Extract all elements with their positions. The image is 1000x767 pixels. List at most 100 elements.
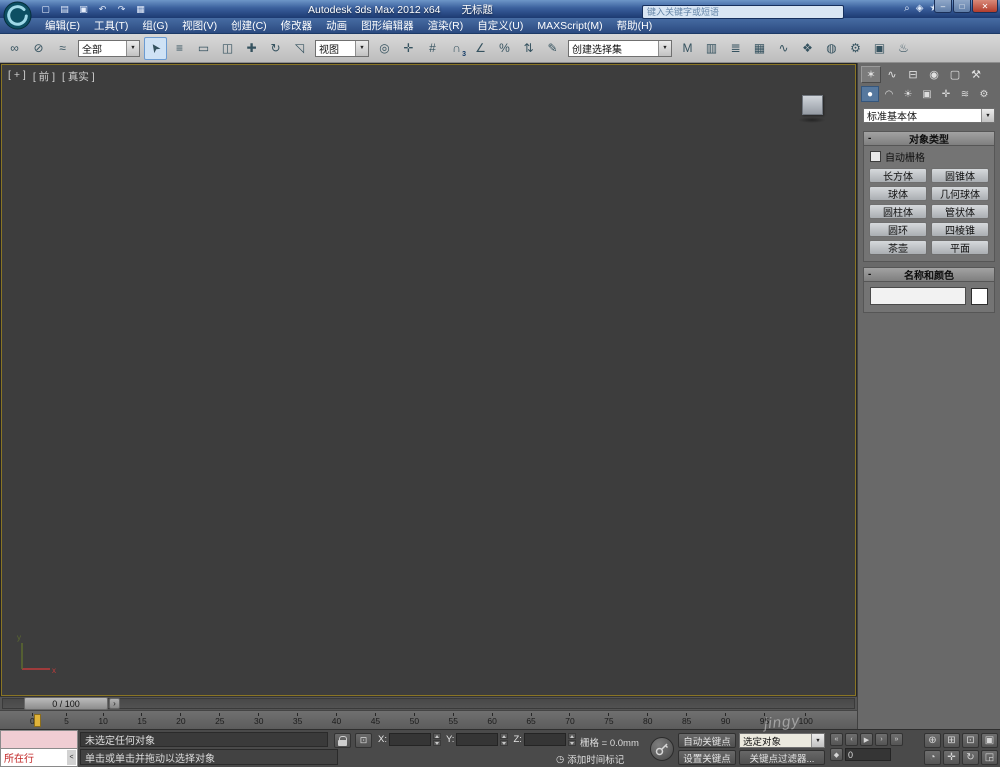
use-pivot-point-center-button[interactable]: ◎ (373, 37, 396, 60)
zoom-extents-button[interactable]: ⊡ (962, 733, 979, 748)
tab-display-button[interactable]: ▢ (945, 66, 965, 83)
menu-rendering[interactable]: 渲染(R) (421, 18, 471, 33)
z-spinner-down-icon[interactable] (567, 740, 576, 746)
tab-modify-button[interactable]: ∿ (882, 66, 902, 83)
key-mode-toggle[interactable]: ◆ (830, 748, 843, 761)
play-button[interactable]: ▶ (860, 733, 873, 746)
select-object-button[interactable]: ➤ (144, 36, 167, 60)
percent-snap-toggle-button[interactable]: % (493, 37, 516, 60)
angle-snap-toggle-button[interactable]: ∠ (469, 37, 492, 60)
dropdown-arrow-icon[interactable]: ▼ (355, 40, 368, 56)
menu-help-menu[interactable]: 帮助(H) (610, 18, 660, 33)
time-slider-handle[interactable]: 0 / 100 (24, 697, 108, 710)
geosphere-button[interactable]: 几何球体 (931, 186, 989, 201)
current-frame-field[interactable] (845, 748, 891, 761)
rollout-object-type-header[interactable]: - 对象类型 (864, 132, 994, 146)
viewport-front[interactable]: [ + ] [ 前 ] [ 真实 ] x y (1, 64, 856, 696)
minimize-button[interactable]: – (934, 0, 952, 13)
go-to-end-button[interactable]: » (890, 733, 903, 746)
viewport-shading-menu[interactable]: [ 真实 ] (62, 69, 95, 84)
communication-center-button[interactable]: ◈ (916, 2, 924, 15)
menu-graph-editors[interactable]: 图形编辑器 (354, 18, 421, 33)
menu-customize[interactable]: 自定义(U) (470, 18, 530, 33)
reference-coordinate-system-dropdown[interactable]: 视图 ▼ (315, 39, 369, 57)
category-geometry-button[interactable]: ● (861, 86, 879, 102)
dropdown-arrow-icon[interactable]: ▼ (658, 40, 671, 56)
new-scene-button[interactable]: ▢ (38, 2, 53, 16)
zoom-region-button[interactable]: ▣ (981, 733, 998, 748)
graphite-modeling-tools-toggle-button[interactable]: ▦ (748, 37, 771, 60)
menu-maxscript[interactable]: MAXScript(M) (530, 18, 609, 33)
pyramid-button[interactable]: 四棱锥 (931, 222, 989, 237)
window-crossing-button[interactable]: ◫ (216, 37, 239, 60)
layer-manager-button[interactable]: ≣ (724, 37, 747, 60)
track-bar[interactable]: 0 5 10 15 20 25 30 35 40 45 50 55 60 65 70 75 80 85 90 95 10… (0, 710, 857, 729)
category-shapes-button[interactable]: ◠ (880, 86, 898, 102)
snaps-toggle-button[interactable]: ∩ 3 (445, 37, 468, 60)
box-button[interactable]: 长方体 (869, 168, 927, 183)
application-menu-button[interactable] (3, 1, 32, 30)
x-spinner-down-icon[interactable] (432, 740, 441, 746)
cylinder-button[interactable]: 圆柱体 (869, 204, 927, 219)
select-and-link-button[interactable]: ∞ (3, 37, 26, 60)
track-bar-position-marker[interactable] (34, 714, 41, 727)
select-by-name-button[interactable]: ≡ (168, 37, 191, 60)
rollout-name-color-header[interactable]: - 名称和颜色 (864, 268, 994, 282)
category-lights-button[interactable]: ☀ (899, 86, 917, 102)
key-filters-button[interactable]: 关键点过滤器... (739, 750, 825, 765)
undo-button[interactable]: ↶ (95, 2, 110, 16)
render-setup-button[interactable]: ⚙ (844, 37, 867, 60)
listener-scroll-arrow[interactable]: < (67, 750, 76, 765)
align-button[interactable]: ▥ (700, 37, 723, 60)
viewport-general-menu[interactable]: [ + ] (8, 69, 26, 84)
render-production-button[interactable]: ♨ (892, 37, 915, 60)
viewcube[interactable] (795, 95, 829, 125)
absolute-mode-toggle[interactable]: ⊡ (355, 733, 372, 748)
redo-button[interactable]: ↷ (114, 2, 129, 16)
selection-lock-toggle[interactable] (334, 733, 351, 748)
pan-button[interactable]: ✛ (943, 750, 960, 765)
category-dropdown[interactable]: 标准基本体 ▼ (863, 108, 995, 123)
menu-tools[interactable]: 工具(T) (87, 18, 135, 33)
select-and-uniform-scale-button[interactable]: ◹ (288, 37, 311, 60)
auto-key-button[interactable]: 自动关键点 (678, 733, 736, 748)
maximize-viewport-button[interactable]: ◲ (981, 750, 998, 765)
object-name-input[interactable] (870, 287, 966, 305)
schematic-view-button[interactable]: ❖ (796, 37, 819, 60)
maxscript-mini-listener[interactable]: 所在行 < (0, 730, 78, 767)
object-color-swatch[interactable] (971, 287, 988, 305)
select-and-manipulate-button[interactable]: ✛ (397, 37, 420, 60)
save-file-button[interactable]: ▣ (76, 2, 91, 16)
keyboard-shortcut-override-toggle-button[interactable]: # (421, 37, 444, 60)
y-coordinate-field[interactable] (456, 733, 499, 746)
viewcube-face[interactable] (801, 95, 823, 115)
z-coordinate-field[interactable] (523, 733, 566, 746)
y-spinner-up-icon[interactable] (500, 733, 509, 739)
menu-modifiers[interactable]: 修改器 (274, 18, 320, 33)
menu-animation[interactable]: 动画 (319, 18, 354, 33)
zoom-all-button[interactable]: ⊞ (943, 733, 960, 748)
y-spinner-down-icon[interactable] (500, 740, 509, 746)
previous-frame-button[interactable]: ‹ (845, 733, 858, 746)
tab-hierarchy-button[interactable]: ⊟ (903, 66, 923, 83)
curve-editor-button[interactable]: ∿ (772, 37, 795, 60)
category-systems-button[interactable]: ⚙ (975, 86, 993, 102)
search-input[interactable] (642, 5, 844, 19)
infocenter-search-button[interactable]: ⌕ (904, 2, 910, 15)
tab-create-button[interactable]: ✶ (861, 66, 881, 83)
select-and-rotate-button[interactable]: ↻ (264, 37, 287, 60)
sphere-button[interactable]: 球体 (869, 186, 927, 201)
close-button[interactable]: ✕ (972, 0, 998, 13)
project-folder-button[interactable]: ▦ (133, 2, 148, 16)
field-of-view-button[interactable]: ◔ (924, 750, 941, 765)
mirror-button[interactable]: M (676, 37, 699, 60)
menu-edit[interactable]: 编辑(E) (38, 18, 87, 33)
category-helpers-button[interactable]: ✛ (937, 86, 955, 102)
bind-to-space-warp-button[interactable]: ≈ (51, 37, 74, 60)
zoom-button[interactable]: ⊕ (924, 733, 941, 748)
next-frame-button[interactable]: › (875, 733, 888, 746)
add-time-tag[interactable]: ◷ 添加时间标记 (556, 752, 624, 767)
selected-filter-dropdown[interactable]: 选定对象 ▼ (739, 733, 825, 748)
dropdown-arrow-icon[interactable]: ▼ (126, 40, 139, 56)
x-coordinate-field[interactable] (388, 733, 431, 746)
